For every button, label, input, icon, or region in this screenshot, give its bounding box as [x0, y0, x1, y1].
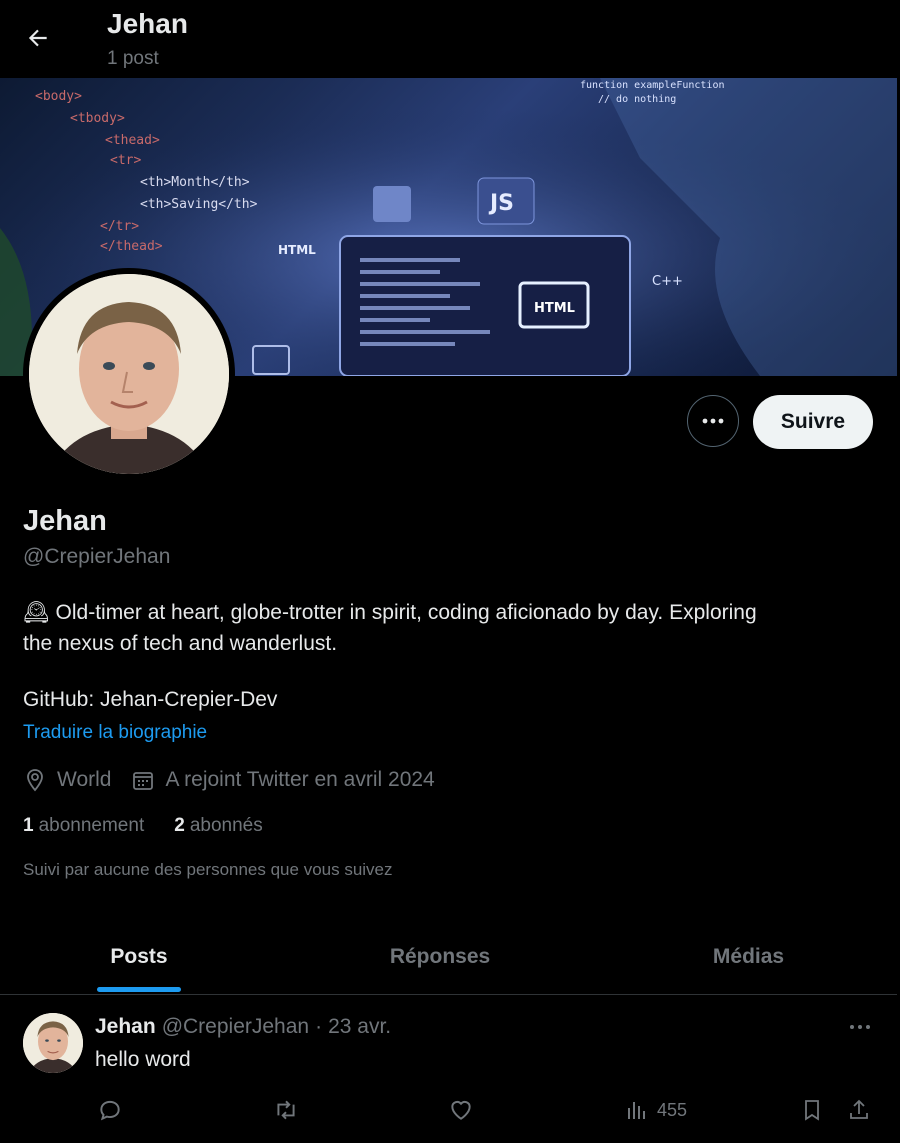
profile-tabs: Posts Réponses Médias — [0, 920, 897, 994]
bio-line-2: the nexus of tech and wanderlust. — [23, 632, 338, 655]
bio-github: GitHub: Jehan-Crepier-Dev — [23, 688, 278, 711]
following-link[interactable]: 1 abonnement — [23, 815, 144, 837]
profile-joined: A rejoint Twitter en avril 2024 — [165, 768, 435, 791]
translate-bio-link[interactable]: Traduire la biographie — [23, 722, 207, 744]
banner-code-4: <tr> — [110, 153, 141, 168]
banner-code-comment: // do nothing — [598, 94, 676, 105]
bio-line-1: Old-timer at heart, globe-trotter in spi… — [55, 601, 757, 624]
avatar-photo — [29, 274, 229, 474]
profile-location: World — [57, 768, 112, 791]
ellipsis-icon — [850, 1025, 870, 1029]
banner-html-2: HTML — [534, 301, 575, 316]
page-title: Jehan — [107, 8, 188, 39]
profile-meta: World A rejoint Twitter en avril 2024 — [23, 765, 455, 795]
post-author-name[interactable]: Jehan — [95, 1015, 156, 1039]
profile-bio: 🕰 Old-timer at heart, globe-trotter in s… — [23, 597, 873, 659]
banner-code-8: </thead> — [100, 239, 163, 254]
tab-posts[interactable]: Posts — [0, 920, 278, 994]
post-separator: · — [315, 1015, 323, 1038]
divider — [0, 994, 897, 995]
profile-handle: @CrepierJehan — [23, 545, 171, 568]
share-button[interactable] — [847, 1095, 879, 1125]
heart-icon — [451, 1100, 471, 1120]
post-text: hello word — [95, 1048, 191, 1071]
clock-emoji-icon: 🕰 — [23, 601, 50, 624]
location-pin-icon — [27, 769, 43, 792]
post-date[interactable]: 23 avr. — [328, 1015, 391, 1039]
post-author-handle[interactable]: @CrepierJehan — [162, 1015, 309, 1039]
tab-replies[interactable]: Réponses — [290, 920, 590, 994]
followers-link[interactable]: 2 abonnés — [174, 815, 262, 837]
banner-code-2: <tbody> — [70, 111, 125, 126]
bar-chart-icon — [628, 1102, 645, 1119]
banner-cpp: C++ — [652, 274, 683, 289]
banner-code-3: <thead> — [105, 133, 160, 148]
views-count: 455 — [657, 1099, 688, 1120]
banner-html-1: HTML — [278, 243, 316, 257]
calendar-icon — [133, 772, 154, 790]
ellipsis-icon — [702, 418, 724, 424]
follow-button[interactable]: Suivre — [753, 395, 873, 449]
arrow-left-icon — [28, 29, 47, 47]
follow-counts: 1 abonnement 2 abonnés — [23, 815, 293, 837]
banner-code-1: <body> — [35, 89, 82, 104]
profile-avatar[interactable] — [23, 268, 235, 480]
post-header: Jehan @CrepierJehan · 23 avr. — [95, 1015, 391, 1039]
views-button[interactable]: 455 — [625, 1095, 687, 1125]
followed-by-text: Suivi par aucune des personnes que vous … — [23, 860, 393, 879]
back-button[interactable] — [18, 18, 58, 58]
banner-code-7: </tr> — [100, 219, 139, 234]
reply-icon — [100, 1100, 120, 1121]
post-count: 1 post — [107, 48, 159, 69]
top-bar: Jehan 1 post — [0, 0, 900, 78]
post-avatar-photo — [23, 1013, 83, 1073]
bookmark-button[interactable] — [800, 1095, 832, 1125]
more-options-button[interactable] — [687, 395, 739, 447]
share-icon — [850, 1099, 868, 1119]
banner-js: JS — [488, 191, 514, 216]
banner-code-fn: function exampleFunction — [580, 80, 725, 91]
tab-media[interactable]: Médias — [600, 920, 897, 994]
active-tab-indicator — [97, 987, 181, 992]
bookmark-icon — [805, 1100, 819, 1121]
banner-code-6: <th>Saving</th> — [140, 197, 258, 212]
post-more-button[interactable] — [845, 1015, 875, 1039]
profile-name: Jehan — [23, 505, 107, 537]
post-avatar[interactable] — [23, 1013, 83, 1073]
repost-button[interactable] — [272, 1095, 308, 1125]
reply-button[interactable] — [97, 1095, 131, 1125]
like-button[interactable] — [448, 1095, 482, 1125]
repost-icon — [277, 1100, 295, 1120]
banner-code-5: <th>Month</th> — [140, 175, 250, 190]
